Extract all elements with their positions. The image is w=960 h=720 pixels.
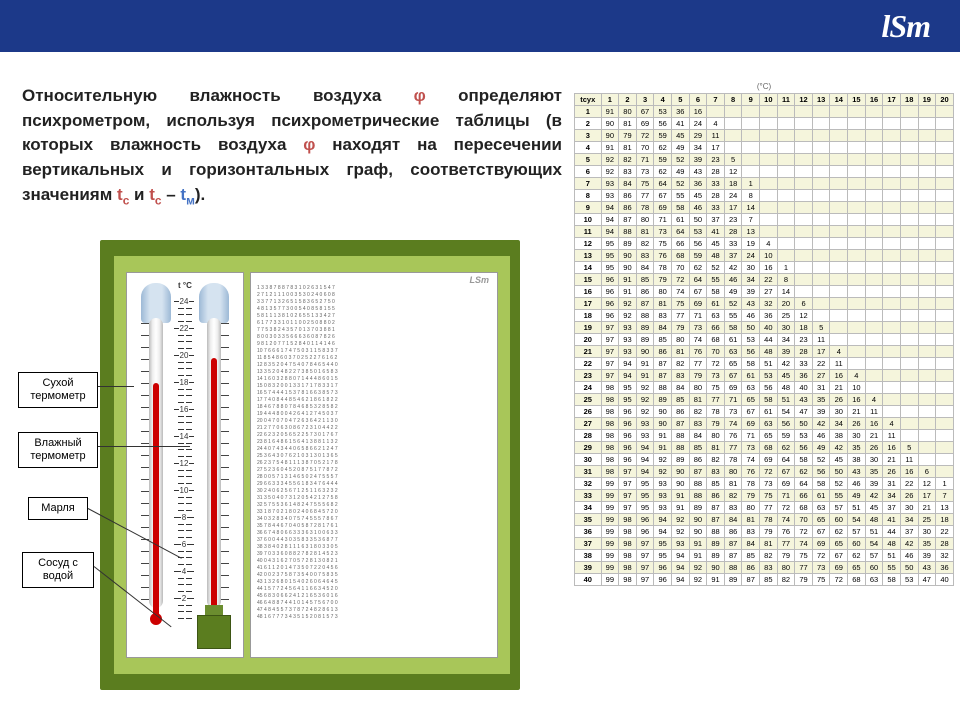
bulb-top (199, 283, 229, 323)
leader-line (98, 446, 190, 447)
dry-thermometer (141, 283, 171, 635)
mini-table-frame: LSm 1 3 3 8 7 8 8 7 8 3 1 0 2 6 3 1 5 4 … (250, 272, 498, 658)
leader-line (98, 386, 134, 387)
logo: lSm (881, 8, 930, 45)
label-wet: Влажный термометр (18, 432, 98, 468)
tm-symbol: tм (180, 185, 194, 204)
water-vessel (197, 615, 231, 649)
bulb-top (141, 283, 171, 323)
wet-thermometer (199, 283, 229, 635)
psychrometric-table: (°C) tсух1234567891011121314151617181920… (574, 80, 954, 698)
description-text: Относительную влажность воздуха φ опреде… (22, 84, 562, 209)
psy-inner: t °C 24222018161412108642 (114, 256, 510, 674)
mercury-column (153, 383, 159, 621)
label-gauze: Марля (28, 497, 88, 520)
psychrometer-illustration: t °C 24222018161412108642 (100, 240, 520, 690)
slide-content: Относительную влажность воздуха φ опреде… (0, 72, 960, 720)
tc-symbol: tс (117, 185, 129, 204)
scale: t °C 24222018161412108642 (174, 283, 196, 613)
table-unit: (°C) (574, 80, 954, 93)
marks (141, 323, 149, 613)
txt: и (129, 185, 149, 204)
mini-logo: LSm (469, 277, 489, 284)
txt: ). (195, 185, 205, 204)
marks (221, 323, 229, 613)
phi-symbol: φ (303, 135, 315, 154)
data-table: tсух123456789101112131415161718192019180… (574, 93, 954, 586)
label-vessel: Сосуд с водой (22, 552, 94, 588)
txt: Относительную влажность воздуха (22, 86, 414, 105)
txt: – (162, 185, 181, 204)
thermometer-frame: t °C 24222018161412108642 (126, 272, 244, 658)
header-bar: lSm (0, 0, 960, 52)
scale-label: t °C (178, 281, 192, 290)
tc2-symbol: tс (149, 185, 161, 204)
mercury-column (211, 358, 217, 621)
label-dry: Сухой термометр (18, 372, 98, 408)
phi-symbol: φ (414, 86, 426, 105)
